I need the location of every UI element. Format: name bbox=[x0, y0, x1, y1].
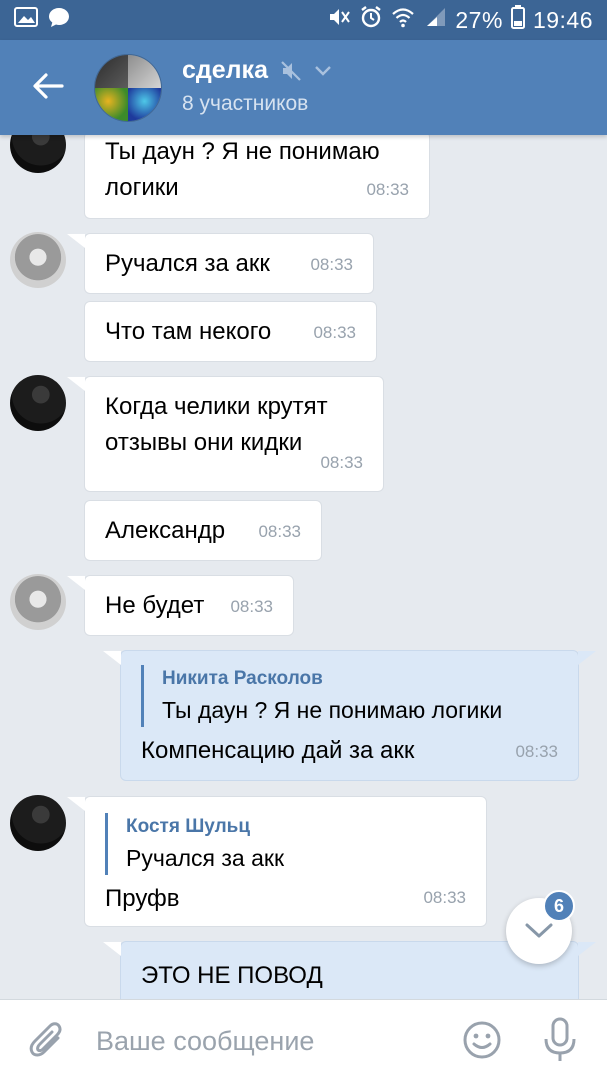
reply-author: Костя Шульц bbox=[126, 816, 251, 837]
message-bubble[interactable]: Не будет 08:33 bbox=[67, 575, 294, 636]
message-bubble[interactable]: Что там некого 08:33 bbox=[84, 301, 377, 362]
muted-speaker-icon bbox=[281, 60, 301, 81]
chevron-down-icon bbox=[525, 923, 553, 938]
attach-button[interactable] bbox=[28, 1020, 68, 1062]
mute-icon bbox=[327, 6, 351, 34]
message-text: Пруфв bbox=[105, 885, 180, 912]
message-time: 08:33 bbox=[230, 597, 273, 616]
message-time: 08:33 bbox=[366, 180, 409, 199]
reply-quote[interactable]: Никита Расколов Ты даун ? Я не понимаю л… bbox=[141, 665, 558, 727]
reply-text: Ты даун ? Я не понимаю логики bbox=[162, 697, 503, 723]
sender-avatar[interactable] bbox=[10, 135, 66, 173]
image-icon bbox=[14, 6, 38, 34]
chat-avatar[interactable] bbox=[94, 54, 162, 122]
reply-quote[interactable]: Костя Шульц Ручался за акк bbox=[105, 813, 466, 875]
chat-icon bbox=[48, 6, 70, 34]
message-time: 08:33 bbox=[313, 323, 356, 342]
sender-avatar[interactable] bbox=[10, 375, 66, 431]
message-bubble-outgoing[interactable]: ЭТО НЕ ПОВОД bbox=[103, 941, 596, 999]
chat-header: сделка 8 участников bbox=[0, 40, 607, 135]
back-button[interactable] bbox=[26, 64, 70, 108]
chat-title: сделка bbox=[182, 56, 268, 84]
message-bubble[interactable]: Костя Шульц Ручался за акк Пруфв 08:33 bbox=[67, 796, 487, 927]
sender-avatar[interactable] bbox=[10, 795, 66, 851]
message-time: 08:33 bbox=[320, 453, 363, 472]
message-bubble-outgoing[interactable]: Никита Расколов Ты даун ? Я не понимаю л… bbox=[103, 650, 596, 781]
voice-message-button[interactable] bbox=[542, 1017, 578, 1063]
smiley-icon bbox=[463, 1021, 501, 1059]
microphone-icon bbox=[544, 1017, 576, 1061]
message-time: 08:33 bbox=[258, 522, 301, 541]
reply-text: Ручался за акк bbox=[126, 845, 285, 871]
message-text: Ты даун ? Я не понимаю логики bbox=[105, 138, 380, 201]
message-time: 08:33 bbox=[423, 888, 466, 907]
message-text: Компенсацию дай за акк bbox=[141, 737, 415, 764]
alarm-icon bbox=[359, 5, 383, 35]
reply-author: Никита Расколов bbox=[162, 668, 323, 689]
battery-percent: 27% bbox=[455, 6, 503, 33]
message-bubble[interactable]: Александр 08:33 bbox=[84, 500, 322, 561]
sender-avatar[interactable] bbox=[10, 574, 66, 630]
clock: 19:46 bbox=[532, 6, 593, 33]
sender-avatar[interactable] bbox=[10, 232, 66, 288]
message-text: Что там некого bbox=[105, 318, 272, 345]
back-arrow-icon bbox=[33, 73, 64, 99]
message-list[interactable]: Ты даун ? Я не понимаю логики 08:33 Руча… bbox=[0, 135, 607, 999]
message-input[interactable] bbox=[96, 1018, 436, 1064]
wifi-icon bbox=[391, 6, 415, 34]
paperclip-icon bbox=[29, 1022, 62, 1057]
message-composer bbox=[0, 999, 607, 1080]
message-bubble[interactable]: Ты даун ? Я не понимаю логики 08:33 bbox=[84, 135, 430, 219]
message-text: ЭТО НЕ ПОВОД bbox=[141, 962, 323, 989]
emoji-button[interactable] bbox=[462, 1020, 502, 1060]
message-time: 08:33 bbox=[515, 742, 558, 761]
message-text: Александр bbox=[105, 517, 226, 544]
status-bar: 27% 19:46 bbox=[0, 0, 607, 40]
signal-icon bbox=[423, 6, 447, 34]
message-text: Ручался за акк bbox=[105, 250, 270, 277]
chat-title-group[interactable]: сделка bbox=[182, 56, 332, 85]
message-bubble[interactable]: Ручался за акк 08:33 bbox=[67, 233, 374, 294]
message-text: Не будет bbox=[105, 592, 205, 619]
message-bubble[interactable]: Когда челики крутят отзывы они кидки 08:… bbox=[67, 376, 384, 492]
message-time: 08:33 bbox=[310, 255, 353, 274]
chat-subtitle: 8 участников bbox=[182, 92, 309, 115]
unread-count-badge: 6 bbox=[543, 890, 575, 922]
chevron-down-icon bbox=[315, 65, 331, 76]
battery-icon bbox=[510, 5, 525, 35]
